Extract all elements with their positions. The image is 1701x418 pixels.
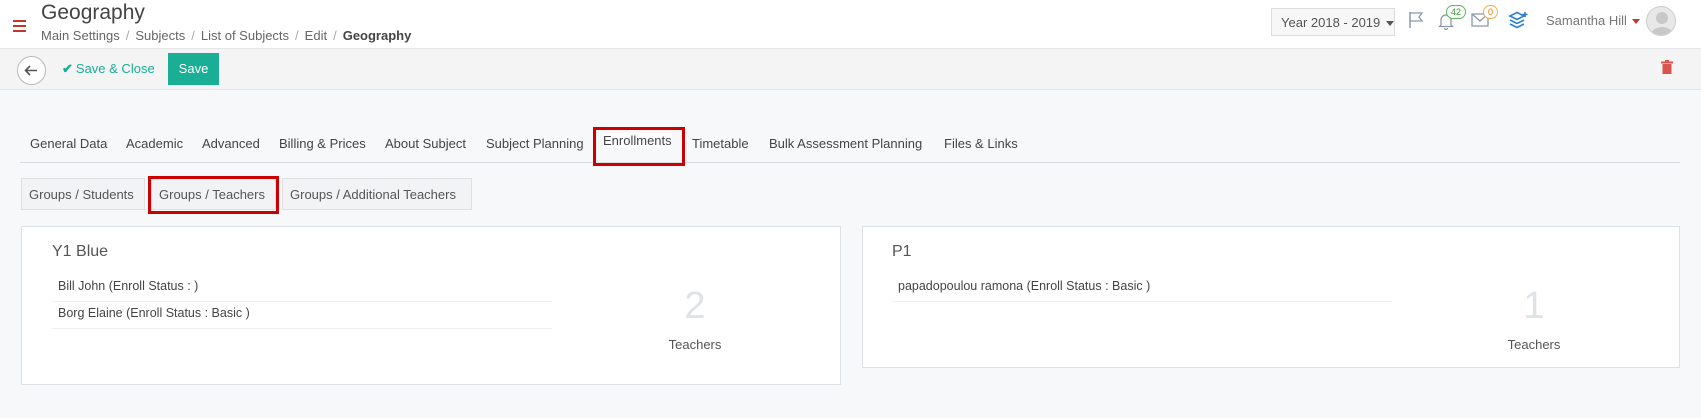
back-arrow-icon <box>24 65 37 76</box>
breadcrumb-current: Geography <box>342 28 412 43</box>
action-toolbar: ✔ Save & Close Save <box>0 49 1701 90</box>
notifications-badge: 42 <box>1446 5 1467 19</box>
teacher-row: Bill John (Enroll Status : ) <box>52 275 552 302</box>
layers-icon[interactable] <box>1508 11 1528 32</box>
year-select[interactable]: Year 2018 - 2019 <box>1271 8 1395 36</box>
menu-icon[interactable] <box>13 20 26 32</box>
teacher-count-label: Teachers <box>668 337 722 352</box>
flag-icon[interactable] <box>1408 11 1425 32</box>
tab-academic[interactable]: Academic <box>126 136 183 151</box>
page-title: Geography <box>41 1 145 24</box>
group-name: Y1 Blue <box>52 243 109 260</box>
messages-badge: 0 <box>1483 5 1499 19</box>
subtab-groups-students[interactable]: Groups / Students <box>21 178 145 210</box>
top-header: Geography Main Settings / Subjects / List of… <box>0 0 1701 49</box>
group-card-y1-blue: Y1 Blue Bill John (Enroll Status : ) Bor… <box>21 226 841 385</box>
tab-bulk-assessment-planning[interactable]: Bulk Assessment Planning <box>769 136 922 151</box>
subtab-groups-teachers[interactable]: Groups / Teachers <box>151 178 276 210</box>
avatar[interactable] <box>1646 6 1676 36</box>
year-select-value: Year 2018 - 2019 <box>1281 15 1381 30</box>
breadcrumb-list-of-subjects[interactable]: List of Subjects <box>201 28 289 43</box>
teacher-row: Borg Elaine (Enroll Status : Basic ) <box>52 302 552 329</box>
tab-timetable[interactable]: Timetable <box>692 136 749 151</box>
trash-icon[interactable] <box>1661 60 1673 74</box>
breadcrumb-main-settings[interactable]: Main Settings <box>41 28 120 43</box>
user-name: Samantha Hill <box>1546 13 1627 28</box>
tab-subject-planning[interactable]: Subject Planning <box>486 136 584 151</box>
group-card-p1: P1 papadopoulou ramona (Enroll Status : … <box>862 226 1680 368</box>
save-button[interactable]: Save <box>168 53 219 85</box>
tab-files-links[interactable]: Files & Links <box>944 136 1018 151</box>
tab-advanced[interactable]: Advanced <box>202 136 260 151</box>
user-menu[interactable]: Samantha Hill <box>1546 13 1640 28</box>
tab-enrollments[interactable]: Enrollments <box>603 133 672 148</box>
tab-bar: General Data Academic Advanced Billing &… <box>20 126 1680 163</box>
teacher-count: 2 <box>684 285 706 327</box>
save-close-label: Save & Close <box>75 61 155 76</box>
group-name: P1 <box>892 243 912 260</box>
breadcrumb-subjects[interactable]: Subjects <box>135 28 185 43</box>
check-icon: ✔ <box>62 61 73 76</box>
teacher-count: 1 <box>1523 285 1545 327</box>
tab-billing-prices[interactable]: Billing & Prices <box>279 136 366 151</box>
subtab-groups-additional-teachers[interactable]: Groups / Additional Teachers <box>282 178 472 210</box>
teacher-count-label: Teachers <box>1507 337 1561 352</box>
back-button[interactable] <box>17 56 46 85</box>
breadcrumb-edit[interactable]: Edit <box>305 28 327 43</box>
chevron-down-icon <box>1631 19 1640 25</box>
breadcrumb: Main Settings / Subjects / List of Subjects /… <box>41 28 412 43</box>
chevron-down-icon <box>1386 21 1395 27</box>
save-close-button[interactable]: ✔ Save & Close <box>62 61 155 77</box>
tab-general-data[interactable]: General Data <box>30 136 107 151</box>
teacher-row: papadopoulou ramona (Enroll Status : Bas… <box>892 275 1392 302</box>
tab-about-subject[interactable]: About Subject <box>385 136 466 151</box>
